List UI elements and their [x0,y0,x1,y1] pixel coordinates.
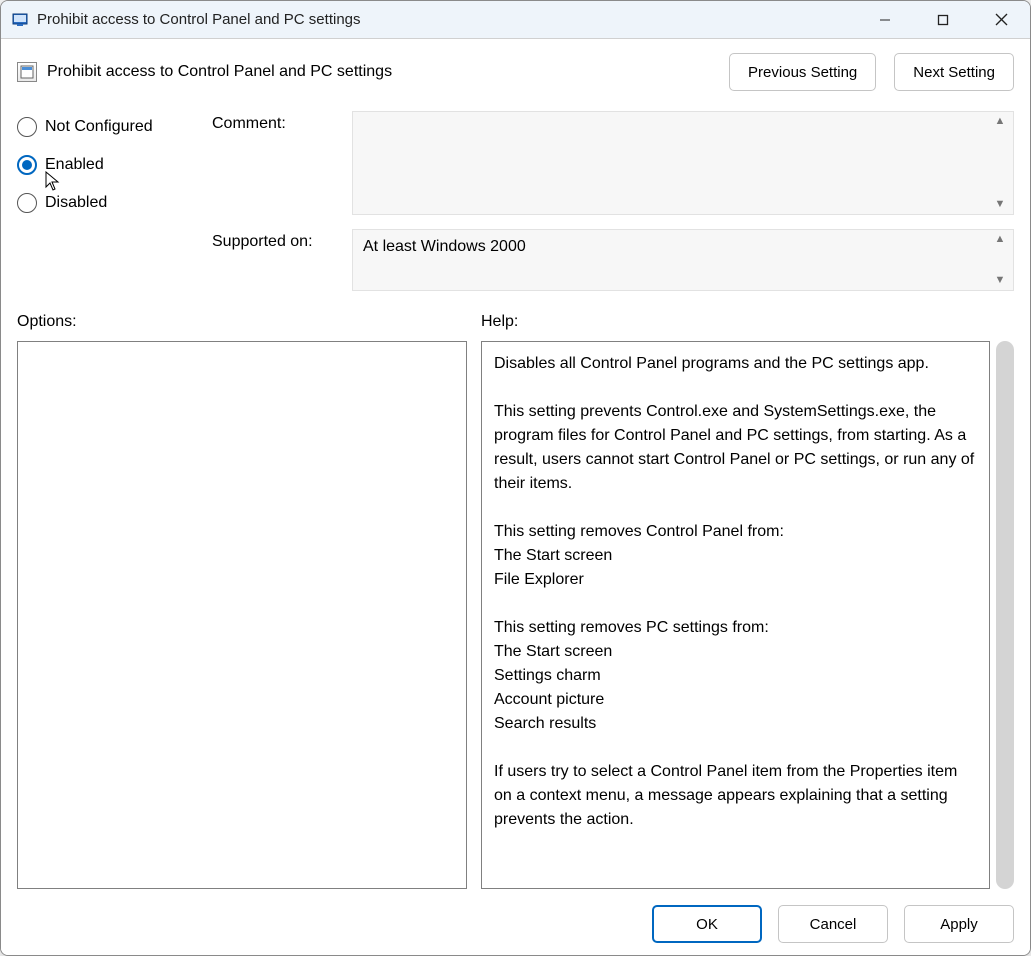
policy-header: Prohibit access to Control Panel and PC … [17,53,1014,91]
panels: Disables all Control Panel programs and … [17,341,1014,889]
supported-on-label: Supported on: [212,229,342,251]
comment-scroll[interactable]: ▲ ▼ [991,116,1009,210]
state-radio-group: Not Configured Enabled Disabled [17,111,202,213]
radio-label: Not Configured [45,118,153,136]
help-label: Help: [481,313,1014,331]
chevron-down-icon: ▼ [991,199,1009,210]
ok-button[interactable]: OK [652,905,762,943]
radio-enabled[interactable]: Enabled [17,155,202,175]
chevron-down-icon: ▼ [991,275,1009,286]
radio-not-configured[interactable]: Not Configured [17,117,202,137]
window-title: Prohibit access to Control Panel and PC … [37,11,856,28]
comment-field[interactable]: ▲ ▼ [352,111,1014,215]
supported-on-field: At least Windows 2000 ▲ ▼ [352,229,1014,291]
window-controls [856,1,1030,38]
help-container: Disables all Control Panel programs and … [481,341,1014,889]
panel-labels: Options: Help: [17,313,1014,331]
close-button[interactable] [972,1,1030,38]
options-panel[interactable] [17,341,467,889]
chevron-up-icon: ▲ [991,116,1009,127]
comment-label: Comment: [212,111,342,133]
apply-button[interactable]: Apply [904,905,1014,943]
next-setting-button[interactable]: Next Setting [894,53,1014,91]
config-area: Not Configured Enabled Disabled Comment: [17,111,1014,291]
help-scrollbar[interactable] [996,341,1014,889]
radio-disabled[interactable]: Disabled [17,193,202,213]
help-panel[interactable]: Disables all Control Panel programs and … [481,341,990,889]
radio-label: Enabled [45,156,104,174]
previous-setting-button[interactable]: Previous Setting [729,53,876,91]
options-label: Options: [17,313,467,331]
dialog-window: Prohibit access to Control Panel and PC … [0,0,1031,956]
supported-scroll[interactable]: ▲ ▼ [991,234,1009,286]
maximize-button[interactable] [914,1,972,38]
radio-label: Disabled [45,194,107,212]
bottom-bar: OK Cancel Apply [17,889,1014,943]
minimize-button[interactable] [856,1,914,38]
policy-title: Prohibit access to Control Panel and PC … [47,63,392,81]
radio-icon [17,193,37,213]
dialog-body: Prohibit access to Control Panel and PC … [1,39,1030,955]
titlebar: Prohibit access to Control Panel and PC … [1,1,1030,39]
radio-icon [17,155,37,175]
policy-icon [17,62,37,82]
chevron-up-icon: ▲ [991,234,1009,245]
radio-icon [17,117,37,137]
cancel-button[interactable]: Cancel [778,905,888,943]
supported-on-value: At least Windows 2000 [363,238,526,255]
app-icon [11,11,29,29]
